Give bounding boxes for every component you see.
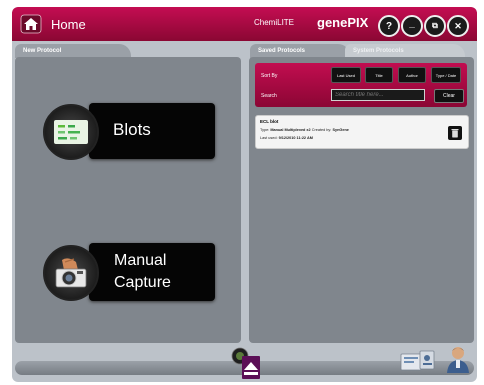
home-icon [20, 14, 42, 34]
blots-button-box [89, 103, 215, 159]
eject-button[interactable] [230, 346, 264, 382]
protocol-created-label: Created by: [311, 128, 332, 132]
sort-by-label: Sort By [261, 73, 278, 79]
blots-icon-circle [43, 104, 99, 160]
trash-icon [451, 129, 459, 138]
tools-icon [400, 350, 435, 371]
app-window: Home ChemiLITE genePIX ? _ ⧉ ✕ New Proto… [12, 7, 477, 382]
delete-protocol-button[interactable] [448, 126, 462, 140]
minimize-button[interactable]: _ [401, 15, 423, 37]
new-protocol-panel: Blots Manual Capture [15, 57, 241, 343]
manual-capture-icon-circle [43, 245, 99, 301]
help-icon: ? [385, 20, 393, 32]
restore-button[interactable]: ⧉ [424, 15, 446, 37]
protocol-title: ECL blot [260, 119, 279, 124]
tab-new-protocol[interactable]: New Protocol [15, 44, 131, 58]
sort-last-used-button[interactable]: Last Used [331, 67, 361, 83]
search-input[interactable] [331, 89, 425, 101]
sort-author-button[interactable]: Author [398, 67, 426, 83]
sort-type-date-button[interactable]: Type / Date [431, 67, 461, 83]
protocol-last-used-value: 9/12/2010 11:22 AM [278, 136, 313, 140]
protocol-type-value: Manual Multiplexed x2 [270, 128, 311, 132]
minimize-icon: _ [409, 18, 415, 29]
eject-icon [231, 347, 260, 379]
sort-title-button[interactable]: Title [365, 67, 393, 83]
product-name-small: ChemiLITE [254, 18, 295, 27]
protocol-last-used-label: Last used: [260, 136, 278, 140]
saved-protocols-panel: Sort By Last Used Title Author Type / Da… [249, 57, 474, 343]
camera-hand-icon [55, 258, 87, 288]
tab-saved-protocols[interactable]: Saved Protocols [250, 44, 350, 58]
manual-capture-button[interactable]: Manual Capture [41, 243, 217, 303]
help-button[interactable]: ? [378, 15, 400, 37]
close-button[interactable]: ✕ [447, 15, 469, 37]
protocol-type-line: Type: Manual Multiplexed x2 Created by: … [260, 128, 349, 132]
restore-icon: ⧉ [432, 21, 438, 30]
home-label: Home [51, 16, 86, 32]
tab-system-protocols[interactable]: System Protocols [345, 44, 465, 58]
blots-label: Blots [113, 120, 151, 139]
home-button[interactable]: Home [20, 13, 100, 35]
blots-button[interactable]: Blots [41, 103, 217, 161]
admin-user-icon [447, 347, 469, 373]
clear-button[interactable]: Clear [434, 89, 464, 103]
manual-capture-label-line1: Manual [114, 252, 167, 269]
admin-button[interactable] [445, 345, 471, 379]
title-bar: Home ChemiLITE genePIX ? _ ⧉ ✕ [12, 7, 477, 41]
product-name: genePIX [317, 15, 369, 30]
search-label: Search [261, 93, 277, 99]
blot-membrane-icon [54, 120, 88, 144]
manual-capture-label-line2: Capture [114, 274, 171, 291]
close-icon: ✕ [454, 20, 462, 31]
protocol-created-value: SynGene [332, 128, 349, 132]
protocol-type-label: Type: [260, 128, 270, 132]
tools-button[interactable] [400, 348, 438, 378]
protocol-last-used-line: Last used: 9/12/2010 11:22 AM [260, 136, 313, 140]
sort-search-bar: Sort By Last Used Title Author Type / Da… [255, 63, 467, 107]
protocol-card[interactable]: ECL blot Type: Manual Multiplexed x2 Cre… [255, 115, 469, 149]
